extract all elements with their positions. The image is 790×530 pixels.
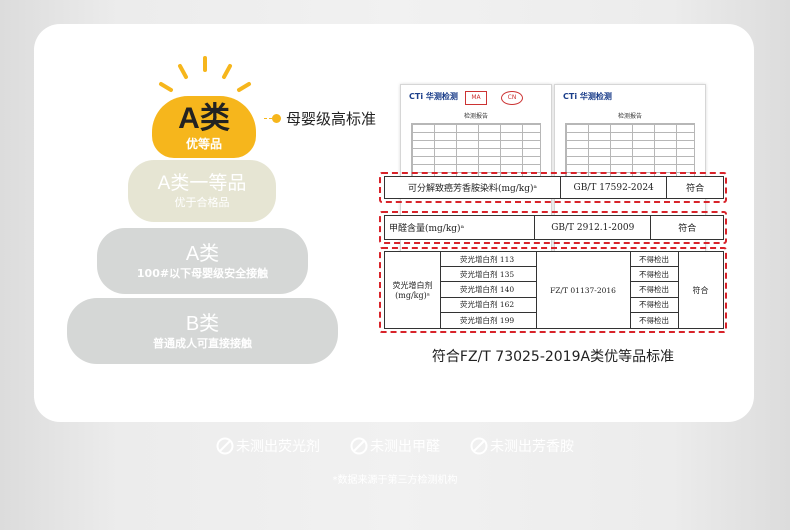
callout-dot-icon [272,114,281,123]
highlight-box-3 [379,247,727,333]
prohibited-icon [216,437,234,455]
tier-a-grade: A类 [178,102,230,135]
data-source-note: *数据来源于第三方检测机构 [332,475,458,486]
prohibited-icon [470,437,488,455]
tier-c-name: 100#以下母婴级安全接触 [136,266,269,280]
report-logo: CTi 华测检测 [563,92,612,101]
standard-caption: 符合FZ/T 73025-2019A类优等品标准 [431,349,675,365]
report-title: 检测报告 [617,113,642,120]
tier-b-grade: A类一等品 [157,173,247,194]
tier-a-first-grade: A类一等品 优于合格品 [128,160,276,222]
prohibited-icon [350,437,368,455]
result-tag-label: 未测出荧光剂 [236,439,320,455]
test-results-bar: 未测出荧光剂 未测出甲醛 未测出芳香胺 [0,436,790,456]
tier-a-name: 优等品 [185,137,222,151]
report-title: 检测报告 [463,113,488,120]
tier-d-grade: B类 [185,312,220,335]
result-tag-label: 未测出芳香胺 [490,439,574,455]
tier-a-premium: A类 优等品 [152,96,256,158]
tier-b-name: 优于合格品 [174,196,230,209]
cma-stamp-icon: MA [465,91,487,105]
cnas-stamp-icon: CN [501,91,523,105]
highlight-box-2 [379,211,727,244]
tier-b-class: B类 普通成人可直接接触 [67,298,338,364]
result-tag-aromatic-amine: 未测出芳香胺 [470,436,574,456]
tier-c-grade: A类 [185,242,220,265]
tier-d-name: 普通成人可直接接触 [153,336,252,350]
result-tag-formaldehyde: 未测出甲醛 [350,436,440,456]
report-logo: CTi 华测检测 [409,92,458,101]
tier-a-class: A类 100#以下母婴级安全接触 [97,228,308,294]
result-tag-fluorescent: 未测出荧光剂 [216,436,320,456]
standard-label: 母婴级高标准 [286,110,377,128]
highlight-box-1 [379,172,727,203]
result-tag-label: 未测出甲醛 [370,439,440,455]
standard-callout: 母婴级高标准 [264,108,376,129]
